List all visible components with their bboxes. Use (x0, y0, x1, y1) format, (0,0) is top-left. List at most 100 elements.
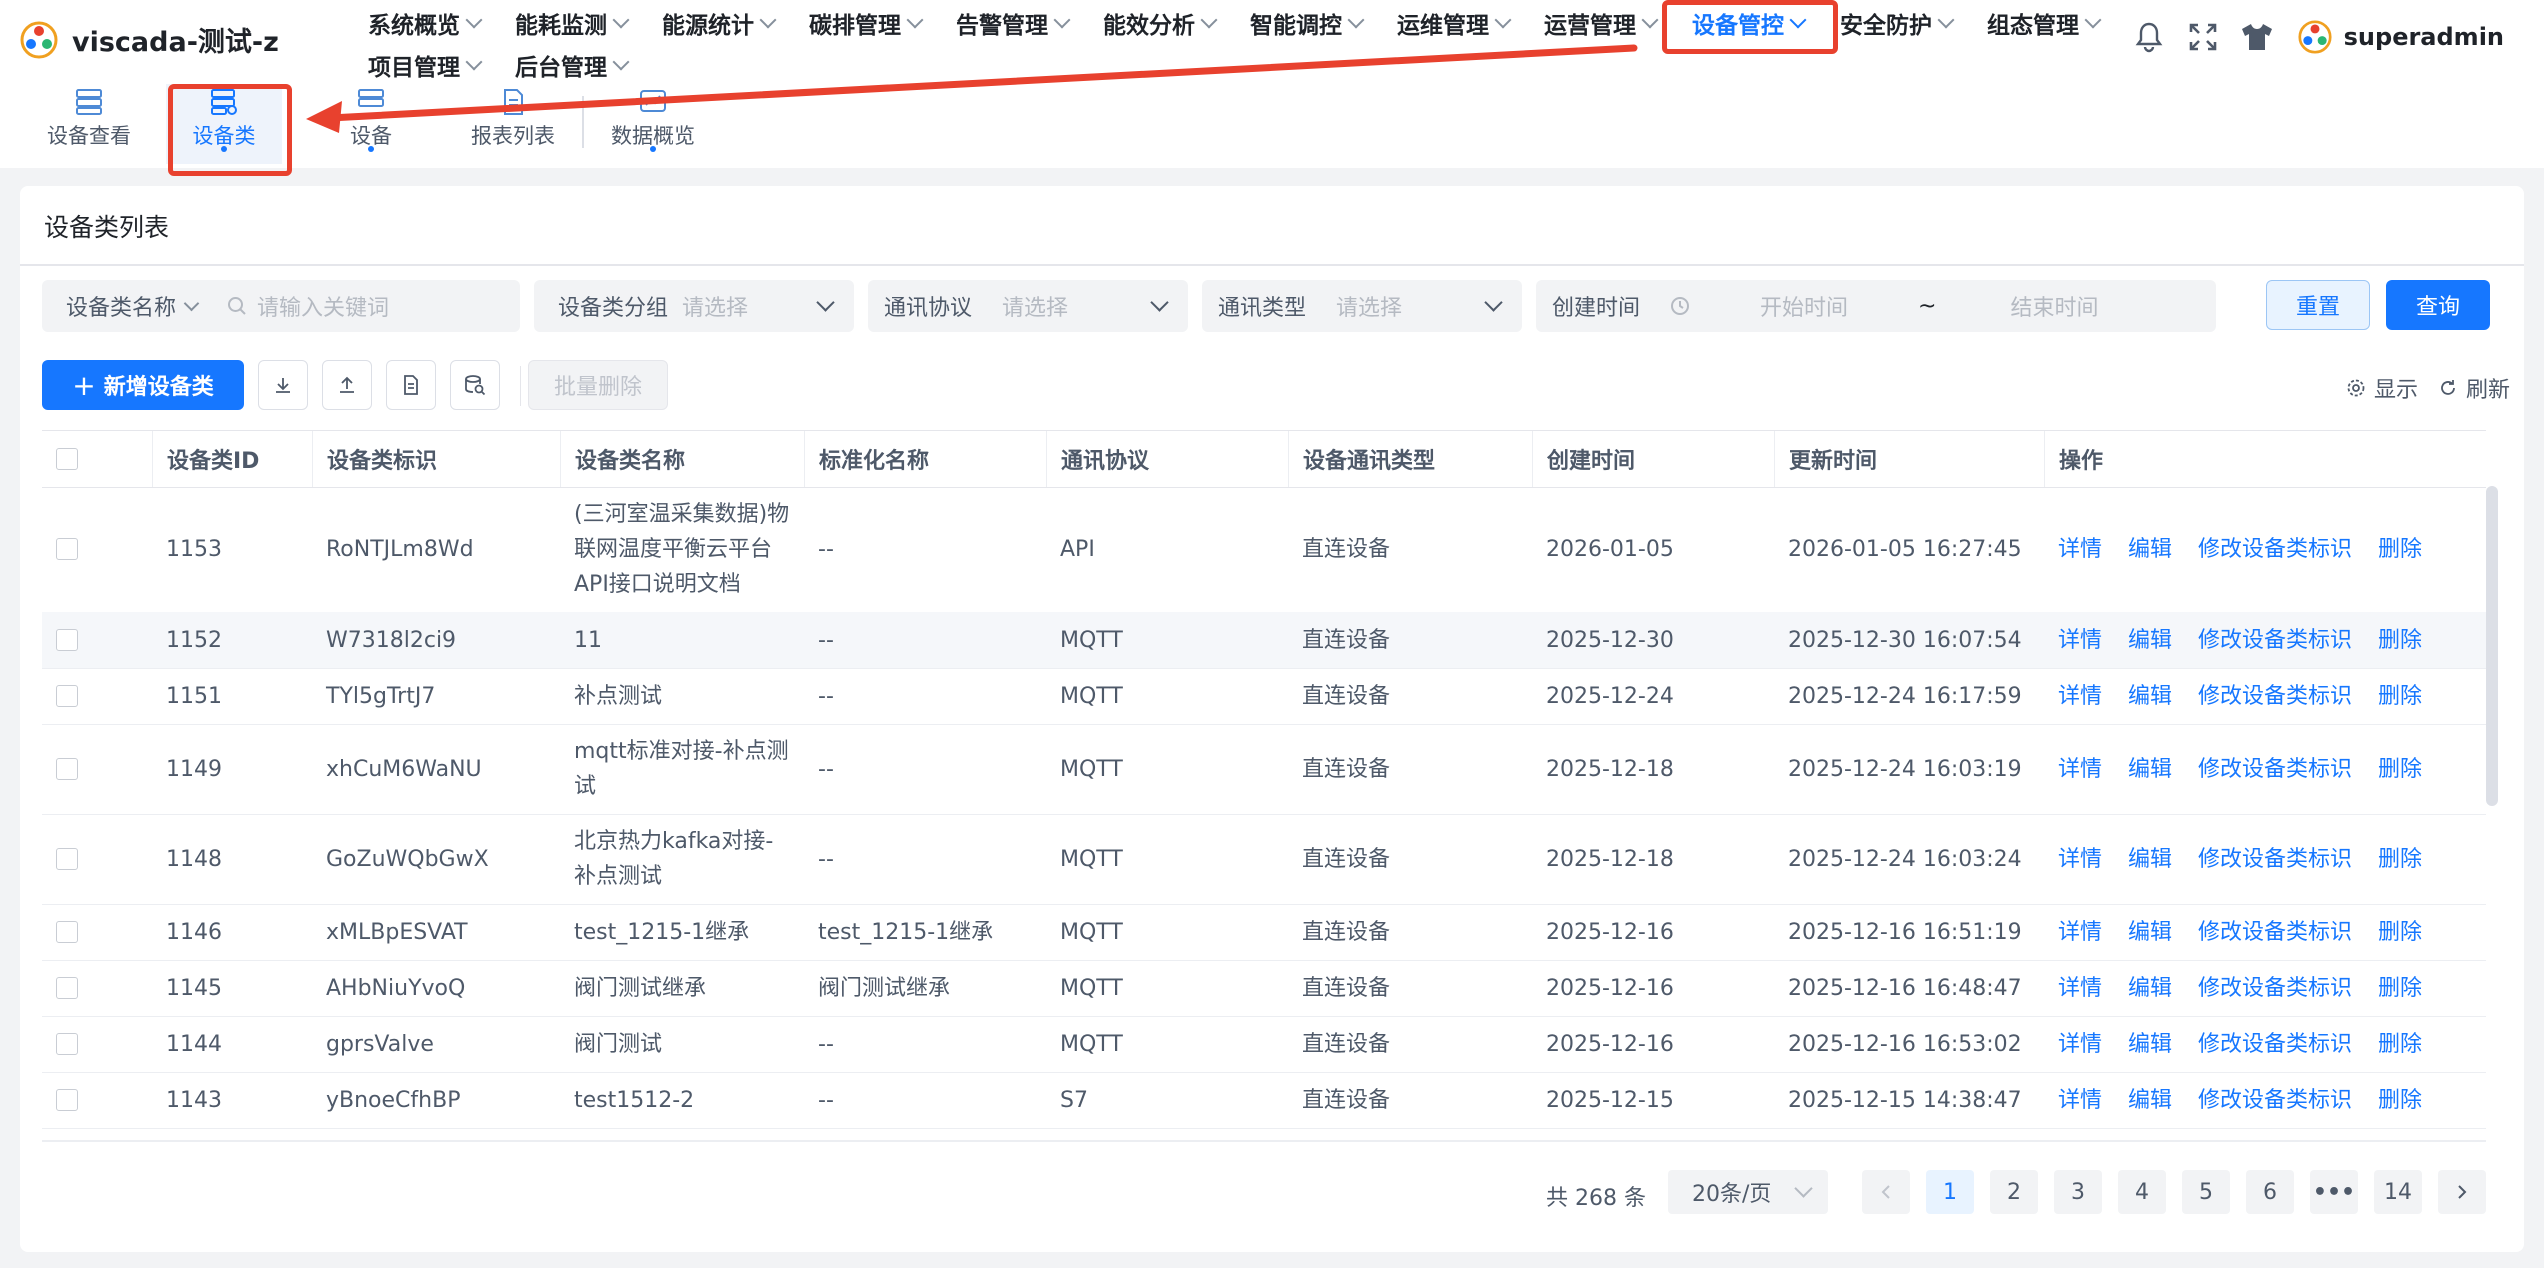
delete-link[interactable]: 删除 (2378, 623, 2422, 658)
user-menu[interactable]: superadmin (2298, 20, 2504, 54)
created-time-range[interactable]: 创建时间 开始时间 ~ 结束时间 (1536, 280, 2216, 332)
page-button[interactable]: 1 (1926, 1170, 1974, 1214)
delete-link[interactable]: 删除 (2378, 915, 2422, 950)
name-search-field[interactable]: 设备类名称 请输入关键词 (42, 280, 520, 332)
table-row[interactable]: 1153 RoNTJLm8Wd (三河室温采集数据)物联网温度平衡云平台 API接口… (42, 486, 2486, 613)
detail-link[interactable]: 详情 (2058, 679, 2102, 714)
table-row[interactable]: 1143 yBnoeCfhBP test1512-2 -- S7 直连设备 2025-12-… (42, 1072, 2486, 1129)
start-time-input[interactable]: 开始时间 (1760, 290, 1848, 322)
subnav-data-overview[interactable]: 数据概览 (588, 84, 718, 164)
column-header[interactable]: 通讯协议 (1046, 431, 1288, 487)
delete-link[interactable]: 删除 (2378, 752, 2422, 787)
edit-link[interactable]: 编辑 (2128, 1027, 2172, 1062)
nav-item-efficiency-analysis[interactable]: 能效分析 (1103, 0, 1218, 46)
protocol-select[interactable]: 通讯协议 请选择 (868, 280, 1188, 332)
nav-item-operations-management[interactable]: 运营管理 (1544, 0, 1659, 46)
table-row[interactable]: 1151 TYl5gTrtJ7 补点测试 -- MQTT 直连设备 2025-12-24 20… (42, 668, 2486, 725)
delete-link[interactable]: 删除 (2378, 532, 2422, 567)
row-checkbox[interactable] (56, 538, 78, 560)
column-header[interactable]: 设备类ID (152, 431, 312, 487)
modify-key-link[interactable]: 修改设备类标识 (2198, 532, 2352, 567)
nav-item-device-control[interactable]: 设备管控 (1692, 0, 1807, 46)
row-checkbox[interactable] (56, 1033, 78, 1055)
edit-link[interactable]: 编辑 (2128, 752, 2172, 787)
page-button[interactable]: 6 (2246, 1170, 2294, 1214)
subnav-device-view[interactable]: 设备查看 (24, 84, 154, 164)
subnav-device-class[interactable]: 设备类 (166, 84, 282, 164)
detail-link[interactable]: 详情 (2058, 1027, 2102, 1062)
row-checkbox[interactable] (56, 921, 78, 943)
nav-item-carbon-management[interactable]: 碳排管理 (809, 0, 924, 46)
detail-link[interactable]: 详情 (2058, 752, 2102, 787)
page-size-select[interactable]: 20条/页 (1668, 1170, 1828, 1214)
delete-link[interactable]: 删除 (2378, 971, 2422, 1006)
display-settings-button[interactable]: 显示 (2346, 372, 2418, 404)
nav-item-alarm-management[interactable]: 告警管理 (956, 0, 1071, 46)
group-select[interactable]: 设备类分组 请选择 (534, 280, 854, 332)
add-device-class-button[interactable]: + 新增设备类 (42, 360, 244, 410)
column-header[interactable]: 设备类名称 (560, 431, 804, 487)
page-button[interactable]: 3 (2054, 1170, 2102, 1214)
modify-key-link[interactable]: 修改设备类标识 (2198, 623, 2352, 658)
more-pages-button[interactable]: ••• (2310, 1170, 2358, 1214)
detail-link[interactable]: 详情 (2058, 971, 2102, 1006)
nav-item-energy-statistics[interactable]: 能源统计 (662, 0, 777, 46)
row-checkbox[interactable] (56, 1089, 78, 1111)
nav-item-security[interactable]: 安全防护 (1840, 0, 1955, 46)
template-button[interactable] (386, 360, 436, 410)
export-button[interactable] (322, 360, 372, 410)
nav-item-system-overview[interactable]: 系统概览 (368, 0, 483, 46)
row-checkbox[interactable] (56, 977, 78, 999)
bell-icon[interactable] (2130, 18, 2168, 56)
row-checkbox[interactable] (56, 758, 78, 780)
database-search-button[interactable] (450, 360, 500, 410)
table-scrollbar[interactable] (2486, 486, 2498, 806)
app-logo[interactable]: viscada-测试-z (20, 20, 279, 59)
subnav-report-list[interactable]: 报表列表 (448, 84, 578, 164)
delete-link[interactable]: 删除 (2378, 1083, 2422, 1118)
modify-key-link[interactable]: 修改设备类标识 (2198, 1027, 2352, 1062)
modify-key-link[interactable]: 修改设备类标识 (2198, 752, 2352, 787)
table-row[interactable]: 1149 xhCuM6WaNU mqtt标准对接-补点测试 -- MQTT 直连设备 202… (42, 724, 2486, 815)
detail-link[interactable]: 详情 (2058, 915, 2102, 950)
page-button[interactable]: 4 (2118, 1170, 2166, 1214)
column-header[interactable]: 设备类标识 (312, 431, 560, 487)
delete-link[interactable]: 删除 (2378, 842, 2422, 877)
row-checkbox[interactable] (56, 629, 78, 651)
page-button[interactable]: 5 (2182, 1170, 2230, 1214)
page-button[interactable]: 2 (1990, 1170, 2038, 1214)
table-horizontal-scroll[interactable] (42, 1140, 2486, 1142)
theme-shirt-icon[interactable] (2238, 18, 2276, 56)
modify-key-link[interactable]: 修改设备类标识 (2198, 842, 2352, 877)
batch-delete-button[interactable]: 批量删除 (528, 360, 668, 410)
modify-key-link[interactable]: 修改设备类标识 (2198, 1083, 2352, 1118)
modify-key-link[interactable]: 修改设备类标识 (2198, 915, 2352, 950)
nav-item-smart-control[interactable]: 智能调控 (1250, 0, 1365, 46)
nav-item-configuration[interactable]: 组态管理 (1987, 0, 2102, 46)
reset-button[interactable]: 重置 (2266, 280, 2370, 330)
fullscreen-icon[interactable] (2184, 18, 2222, 56)
table-row[interactable]: 1145 AHbNiuYvoQ 阀门测试继承 阀门测试继承 MQTT 直连设备 2025-1… (42, 960, 2486, 1017)
refresh-button[interactable]: 刷新 (2438, 372, 2510, 404)
edit-link[interactable]: 编辑 (2128, 679, 2172, 714)
column-header[interactable]: 更新时间 (1774, 431, 2044, 487)
page-button[interactable]: 14 (2374, 1170, 2422, 1214)
subnav-device[interactable]: 设备 (306, 84, 436, 164)
edit-link[interactable]: 编辑 (2128, 971, 2172, 1006)
prev-page-button[interactable] (1862, 1170, 1910, 1214)
column-header[interactable]: 标准化名称 (804, 431, 1046, 487)
detail-link[interactable]: 详情 (2058, 623, 2102, 658)
modify-key-link[interactable]: 修改设备类标识 (2198, 971, 2352, 1006)
nav-item-energy-monitoring[interactable]: 能耗监测 (515, 0, 630, 46)
next-page-button[interactable] (2438, 1170, 2486, 1214)
table-row[interactable]: 1152 W7318l2ci9 11 -- MQTT 直连设备 2025-12-30 2025… (42, 612, 2486, 669)
detail-link[interactable]: 详情 (2058, 1083, 2102, 1118)
nav-item-project-management[interactable]: 项目管理 (368, 42, 483, 88)
detail-link[interactable]: 详情 (2058, 842, 2102, 877)
edit-link[interactable]: 编辑 (2128, 1083, 2172, 1118)
import-button[interactable] (258, 360, 308, 410)
edit-link[interactable]: 编辑 (2128, 623, 2172, 658)
nav-item-om-management[interactable]: 运维管理 (1397, 0, 1512, 46)
edit-link[interactable]: 编辑 (2128, 915, 2172, 950)
table-row[interactable]: 1144 gprsValve 阀门测试 -- MQTT 直连设备 2025-12-16 202… (42, 1016, 2486, 1073)
